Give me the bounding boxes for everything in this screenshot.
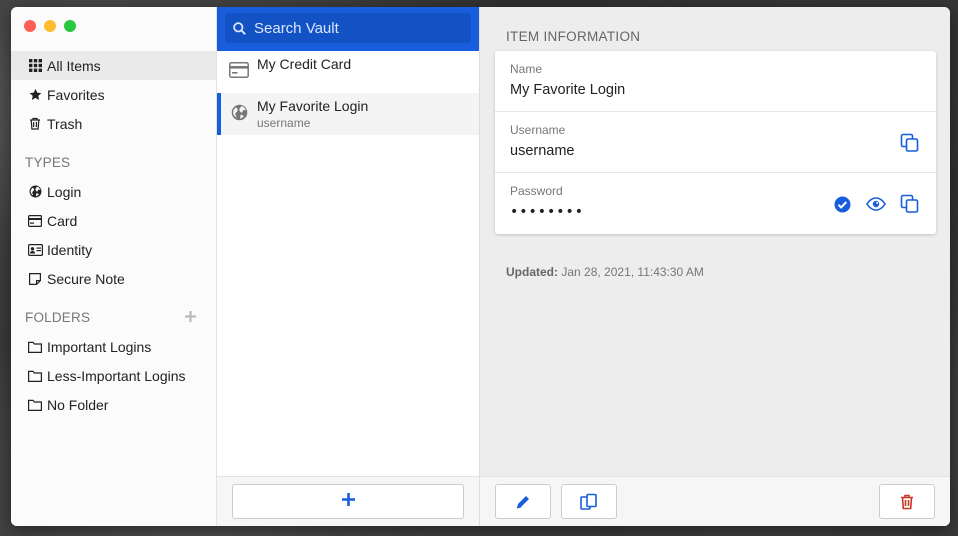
item-detail-pane: ITEM INFORMATION Name My Favorite Login … — [480, 7, 950, 526]
folder-icon — [27, 339, 43, 355]
clone-icon — [580, 493, 597, 510]
updated-label: Updated: — [506, 265, 558, 279]
item-information-heading: ITEM INFORMATION — [506, 29, 641, 44]
list-footer — [217, 476, 479, 526]
vault-list-pane: Search Vault My Credit Card My Favorite … — [217, 7, 480, 526]
trash-icon — [27, 116, 43, 132]
close-window-button[interactable] — [24, 20, 36, 32]
eye-icon — [866, 197, 886, 211]
updated-timestamp: Updated: Jan 28, 2021, 11:43:30 AM — [506, 265, 704, 279]
globe-icon — [229, 104, 249, 121]
folder-icon — [27, 368, 43, 384]
pencil-icon — [516, 495, 529, 508]
folders-heading: FOLDERS — [25, 310, 205, 325]
sidebar-item-label: Secure Note — [47, 270, 125, 287]
field-label: Name — [510, 62, 543, 76]
sidebar: All Items Favorites Trash TYPES Login Ca… — [11, 7, 217, 526]
types-heading: TYPES — [25, 155, 71, 170]
item-info-card: Name My Favorite Login Username username… — [495, 51, 936, 234]
minimize-window-button[interactable] — [44, 20, 56, 32]
trash-icon — [901, 494, 913, 509]
add-item-button[interactable] — [232, 484, 464, 519]
sidebar-item-label: All Items — [47, 57, 101, 74]
search-icon — [233, 21, 246, 35]
search-input[interactable]: Search Vault — [225, 13, 471, 43]
name-field: Name My Favorite Login — [495, 51, 936, 112]
edit-button[interactable] — [495, 484, 551, 519]
delete-button[interactable] — [879, 484, 935, 519]
zoom-window-button[interactable] — [64, 20, 76, 32]
sidebar-item-label: Trash — [47, 115, 83, 132]
clone-button[interactable] — [561, 484, 617, 519]
field-label: Username — [510, 123, 566, 137]
password-actions — [831, 193, 921, 215]
check-circle-icon — [834, 196, 850, 212]
sidebar-item-label: Important Logins — [47, 338, 152, 355]
list-item-subtitle: username — [257, 116, 311, 130]
sidebar-item-label: Favorites — [47, 86, 105, 103]
detail-footer — [480, 476, 950, 526]
sidebar-item-less-important-logins[interactable]: Less-Important Logins — [11, 361, 216, 390]
folders-heading-label: FOLDERS — [25, 310, 91, 325]
copy-password-button[interactable] — [899, 193, 921, 215]
sidebar-item-label: Identity — [47, 241, 93, 258]
sidebar-item-identity[interactable]: Identity — [11, 235, 216, 264]
globe-icon — [27, 184, 43, 200]
sidebar-item-important-logins[interactable]: Important Logins — [11, 332, 216, 361]
sticky-note-icon — [27, 271, 43, 287]
add-folder-icon[interactable] — [185, 310, 196, 326]
sidebar-item-login[interactable]: Login — [11, 177, 216, 206]
copy-username-button[interactable] — [899, 132, 921, 154]
updated-value: Jan 28, 2021, 11:43:30 AM — [561, 265, 704, 279]
sidebar-item-trash[interactable]: Trash — [11, 109, 216, 138]
username-field: Username username — [495, 112, 936, 173]
search-placeholder: Search Vault — [254, 19, 339, 37]
star-icon — [27, 87, 43, 103]
field-value[interactable]: username — [510, 143, 921, 159]
sidebar-item-secure-note[interactable]: Secure Note — [11, 264, 216, 293]
sidebar-item-label: Card — [47, 212, 78, 229]
copy-icon — [900, 133, 919, 152]
sidebar-item-all-items[interactable]: All Items — [11, 51, 216, 80]
sidebar-item-label: Less-Important Logins — [47, 367, 186, 384]
list-item-my-favorite-login[interactable]: My Favorite Login username — [217, 93, 479, 135]
field-value[interactable]: My Favorite Login — [510, 82, 921, 98]
sidebar-item-label: No Folder — [47, 396, 109, 413]
window-controls — [24, 20, 76, 32]
list-item-my-credit-card[interactable]: My Credit Card — [217, 51, 479, 93]
check-password-button[interactable] — [831, 193, 853, 215]
username-actions — [899, 132, 921, 154]
app-window: All Items Favorites Trash TYPES Login Ca… — [11, 7, 950, 526]
sidebar-item-favorites[interactable]: Favorites — [11, 80, 216, 109]
sidebar-item-card[interactable]: Card — [11, 206, 216, 235]
search-bar: Search Vault — [217, 7, 479, 51]
sidebar-item-no-folder[interactable]: No Folder — [11, 390, 216, 419]
list-item-title: My Favorite Login — [257, 98, 369, 114]
plus-icon — [341, 492, 355, 511]
password-field: Password •••••••• — [495, 173, 936, 234]
sidebar-item-label: Login — [47, 183, 82, 200]
toggle-visibility-button[interactable] — [865, 193, 887, 215]
folder-icon — [27, 397, 43, 413]
credit-card-icon — [27, 213, 43, 229]
credit-card-icon — [229, 62, 249, 78]
id-card-icon — [27, 242, 43, 258]
copy-icon — [900, 194, 919, 213]
list-item-title: My Credit Card — [257, 56, 352, 72]
grid-icon — [27, 58, 43, 74]
